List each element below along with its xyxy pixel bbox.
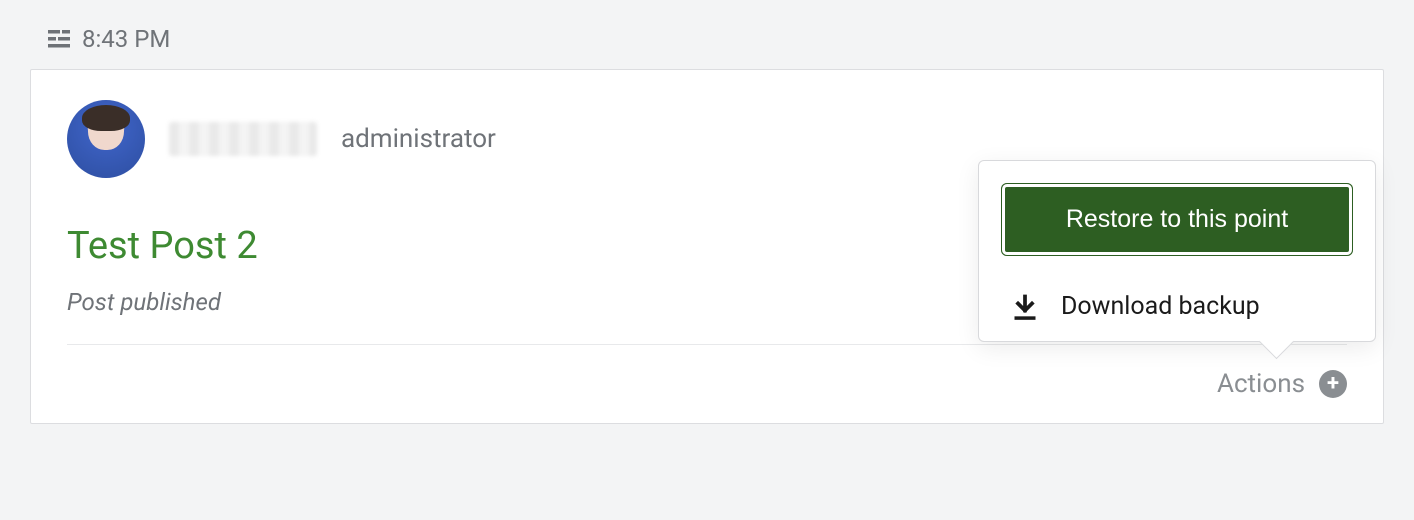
download-icon xyxy=(1011,293,1039,321)
actions-toggle[interactable]: Actions + xyxy=(67,369,1347,399)
post-type-icon xyxy=(48,30,70,48)
timeline-entry-header: 8:43 PM xyxy=(30,25,1384,53)
author-role: administrator xyxy=(341,124,496,154)
plus-circle-icon: + xyxy=(1319,370,1347,398)
actions-popover: Restore to this point Download backup xyxy=(978,160,1376,342)
actions-label: Actions xyxy=(1217,369,1305,399)
author-name-redacted xyxy=(169,122,317,156)
download-label: Download backup xyxy=(1061,292,1260,321)
avatar xyxy=(67,100,145,178)
restore-button[interactable]: Restore to this point xyxy=(1001,183,1353,256)
entry-timestamp: 8:43 PM xyxy=(82,25,170,53)
download-backup-button[interactable]: Download backup xyxy=(1001,286,1353,323)
